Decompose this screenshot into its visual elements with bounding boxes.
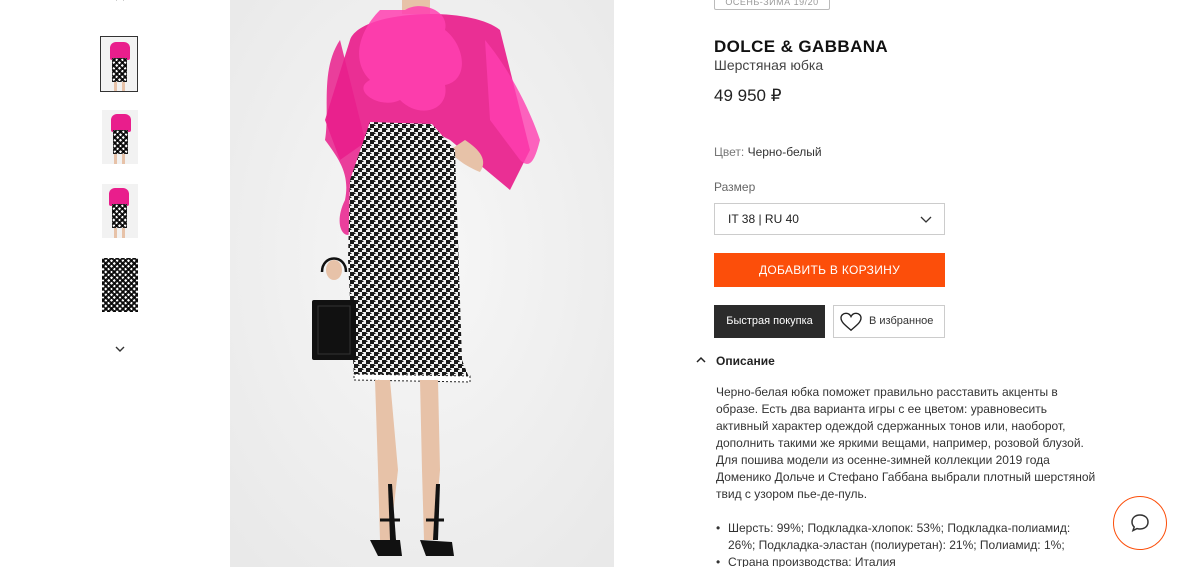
brand-name[interactable]: DOLCE & GABBANA <box>714 37 888 57</box>
season-badge: ОСЕНЬ-ЗИМА 19/20 <box>714 0 830 10</box>
thumbnail-3[interactable] <box>102 184 138 238</box>
description-text: Черно-белая юбка поможет правильно расст… <box>716 385 1096 501</box>
quick-buy-button[interactable]: Быстрая покупка <box>714 305 825 338</box>
model-photo <box>230 0 614 567</box>
list-item: Страна производства: Италия <box>716 554 1096 567</box>
feature-list: Шерсть: 99%; Подкладка-хлопок: 53%; Подк… <box>716 520 1096 567</box>
chat-button[interactable] <box>1113 496 1167 550</box>
heart-icon <box>840 312 862 332</box>
color-value: Черно-белый <box>747 145 822 159</box>
thumbnail-gallery <box>100 0 140 567</box>
thumbnail-4[interactable] <box>102 258 138 312</box>
color-info: Цвет: Черно-белый <box>714 145 822 159</box>
add-to-wishlist-button[interactable]: В избранное <box>833 305 945 338</box>
chevron-up-icon <box>696 356 706 363</box>
product-title: Шерстяная юбка <box>714 57 824 73</box>
product-price: 49 950 ₽ <box>714 86 782 105</box>
chevron-up-icon[interactable] <box>114 0 126 4</box>
thumbnail-2[interactable] <box>102 110 138 164</box>
chat-bubble-icon <box>1131 514 1149 532</box>
chevron-down-icon[interactable] <box>114 343 126 355</box>
add-to-cart-button[interactable]: ДОБАВИТЬ В КОРЗИНУ <box>714 253 945 287</box>
size-selected-value: IT 38 | RU 40 <box>728 212 799 226</box>
size-select[interactable]: IT 38 | RU 40 <box>714 203 945 235</box>
main-product-image[interactable] <box>230 0 614 567</box>
size-label: Размер <box>714 180 756 194</box>
thumbnail-1[interactable] <box>100 36 138 92</box>
description-heading: Описание <box>716 354 775 368</box>
wishlist-label: В избранное <box>869 315 934 327</box>
chevron-down-icon <box>920 216 932 223</box>
color-label: Цвет: <box>714 145 745 159</box>
list-item: Шерсть: 99%; Подкладка-хлопок: 53%; Подк… <box>716 520 1096 554</box>
